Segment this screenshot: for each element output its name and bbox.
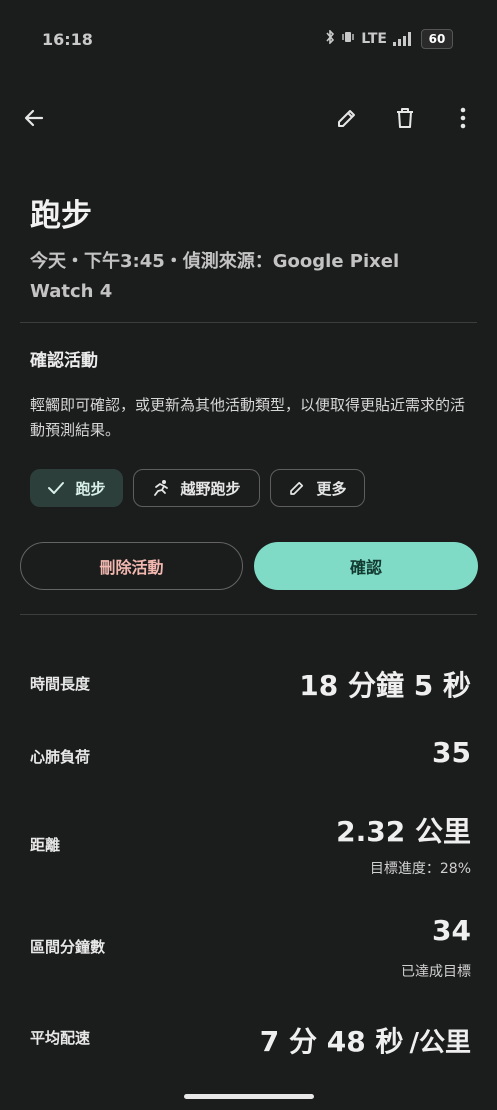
network-label: LTE	[361, 31, 387, 47]
pace-label: 平均配速	[30, 1029, 91, 1047]
status-icons: LTE 60	[325, 29, 453, 49]
pace-time: 7 分 48 秒	[259, 1025, 404, 1058]
distance-goal-progress: 目標進度：28%	[369, 861, 471, 877]
divider	[20, 322, 477, 323]
delete-button[interactable]	[385, 98, 425, 138]
home-indicator[interactable]	[184, 1094, 314, 1099]
pencil-icon	[290, 481, 304, 495]
zone-minutes-value: 34	[432, 914, 471, 947]
top-app-bar	[0, 98, 497, 140]
activity-subtitle: 今天・下午3:45・偵測來源：Google Pixel Watch 4	[30, 251, 400, 302]
chip-trail-running[interactable]: 越野跑步	[133, 469, 260, 507]
chip-more[interactable]: 更多	[270, 469, 365, 507]
distance-label: 距離	[30, 836, 61, 854]
distance-value: 2.32 公里	[336, 815, 471, 848]
cardio-load-label: 心肺負荷	[30, 748, 91, 766]
vibrate-icon	[341, 30, 355, 48]
chip-running[interactable]: 跑步	[30, 469, 123, 507]
zone-minutes-status: 已達成目標	[401, 964, 471, 980]
pace-value: 7 分 48 秒/公里	[260, 1020, 471, 1060]
delete-activity-button[interactable]: 刪除活動	[20, 542, 243, 590]
chip-label: 越野跑步	[180, 479, 241, 498]
pace-unit: /公里	[409, 1028, 472, 1058]
edit-button[interactable]	[327, 98, 367, 138]
trash-icon	[397, 108, 413, 128]
running-figure-icon	[154, 480, 169, 496]
chip-label: 跑步	[75, 479, 106, 498]
arrow-left-icon	[24, 109, 44, 127]
divider	[20, 614, 477, 615]
more-vert-icon	[460, 107, 466, 129]
duration-label: 時間長度	[30, 675, 91, 693]
more-button[interactable]	[443, 98, 483, 138]
pencil-icon	[338, 110, 355, 127]
cardio-load-value: 35	[432, 736, 471, 769]
activity-title: 跑步	[30, 198, 92, 234]
chip-label: 更多	[316, 479, 347, 498]
duration-value: 18 分鐘 5 秒	[299, 669, 471, 702]
battery-icon: 60	[421, 29, 453, 49]
confirm-button[interactable]: 確認	[254, 542, 478, 590]
bluetooth-icon	[325, 29, 335, 48]
confirm-description: 輕觸即可確認，或更新為其他活動類型，以便取得更貼近需求的活動預測結果。	[30, 396, 466, 439]
signal-icon	[393, 32, 415, 46]
status-time: 16:18	[42, 30, 93, 49]
back-button[interactable]	[14, 98, 54, 138]
check-icon	[48, 482, 65, 494]
status-bar: 16:18 LTE 60	[0, 0, 497, 80]
confirm-section-title: 確認活動	[30, 351, 98, 371]
zone-minutes-label: 區間分鐘數	[30, 938, 106, 956]
